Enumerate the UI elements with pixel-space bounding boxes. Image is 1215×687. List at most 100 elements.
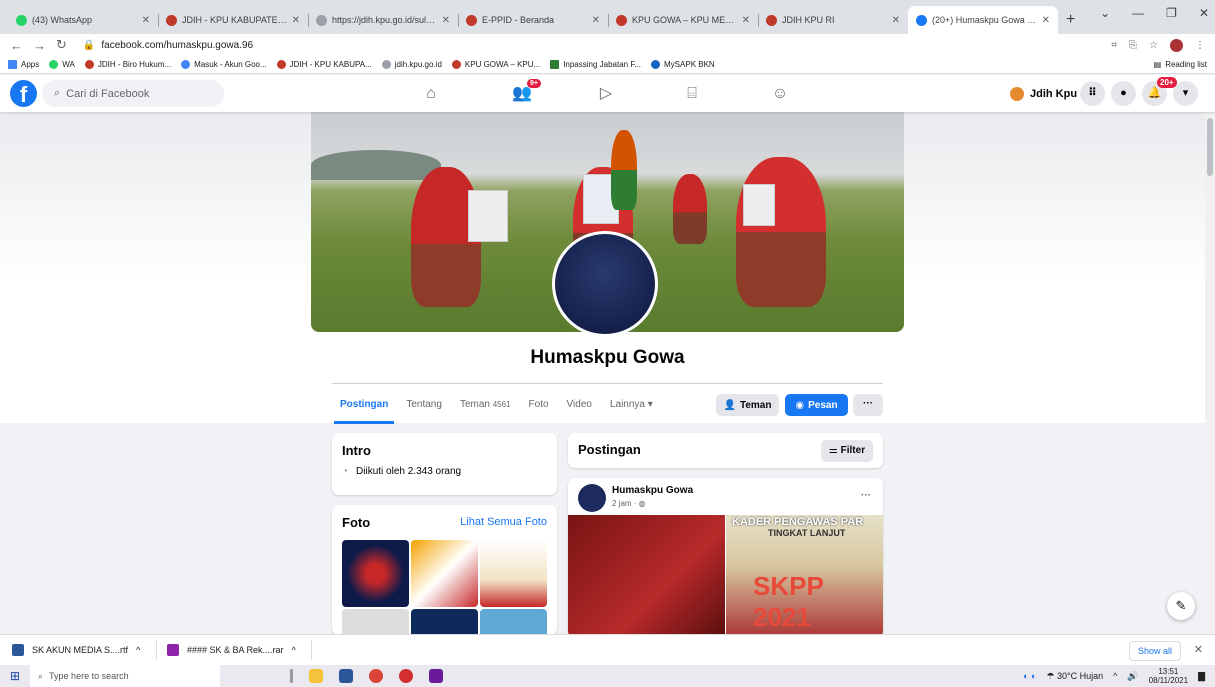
volume-icon[interactable]: 🔊 [1127, 671, 1138, 682]
tab-friends[interactable]: Teman 4561 [460, 384, 511, 424]
message-button[interactable]: ◉ Pesan [785, 394, 848, 416]
windows-start-icon[interactable]: ⊞ [0, 669, 30, 683]
bookmark-item[interactable]: KPU GOWA – KPU... [451, 60, 540, 69]
opera-icon[interactable] [399, 669, 413, 683]
clock[interactable]: 13:51 08/11/2021 [1149, 667, 1188, 685]
bookmark-item[interactable]: JDIH - Biro Hukum... [84, 60, 171, 69]
tray-app-icon[interactable]: ◐ ◐ [1023, 671, 1036, 681]
photo-thumbnail[interactable] [411, 609, 478, 635]
minimize-button[interactable]: — [1132, 6, 1144, 20]
chevron-up-icon[interactable]: ^ [292, 645, 296, 655]
browser-tab[interactable]: KPU GOWA – KPU MELAYANI✕ [608, 6, 758, 34]
url-field[interactable]: 🔒 facebook.com/humaskpu.gowa.96 [83, 40, 253, 51]
translate-icon[interactable]: ⎘ [1129, 40, 1137, 51]
star-icon[interactable]: ☆ [1149, 40, 1158, 51]
reading-list-icon: ▤ [1153, 60, 1162, 69]
scrollbar-thumb[interactable] [1207, 118, 1213, 176]
word-icon[interactable] [339, 669, 353, 683]
qr-code-icon[interactable]: ⌗ [1111, 40, 1117, 51]
bookmark-item[interactable]: Inpassing Jabatan F... [550, 60, 641, 69]
chrome-icon[interactable] [369, 669, 383, 683]
taskbar-search-input[interactable]: ⌕ Type here to search [30, 665, 220, 687]
new-message-button[interactable]: ✎ [1167, 592, 1195, 620]
google-icon [181, 60, 191, 69]
bookmark-apps[interactable]: Apps [8, 60, 39, 69]
post-timestamp[interactable]: 2 jam · ◍ [612, 499, 646, 508]
reload-icon[interactable]: ↻ [56, 37, 67, 53]
bookmark-item[interactable]: MySAPK BKN [651, 60, 715, 69]
friend-button[interactable]: 👤 Teman [716, 394, 779, 416]
marketplace-icon[interactable]: ⌸ [681, 83, 703, 105]
file-explorer-icon[interactable] [309, 669, 323, 683]
chevron-up-icon[interactable]: ^ [1113, 671, 1117, 681]
browser-tab[interactable]: E-PPID - Beranda ✕ [458, 6, 608, 34]
close-icon[interactable]: ✕ [1194, 643, 1203, 656]
profile-avatar[interactable] [1170, 38, 1183, 52]
browser-tab[interactable]: https://jdih.kpu.go.id/sulsel/gov✕ [308, 6, 458, 34]
close-tab-icon[interactable]: ✕ [442, 15, 450, 26]
browser-tab[interactable]: JDIH KPU RI ✕ [758, 6, 908, 34]
task-view-icon[interactable] [290, 669, 293, 683]
maximize-button[interactable]: ❐ [1166, 6, 1177, 20]
menu-dots-icon[interactable]: ⋮ [1195, 40, 1205, 51]
tab-about[interactable]: Tentang [406, 384, 442, 424]
whatsapp-icon [49, 60, 59, 69]
avatar[interactable] [578, 484, 606, 512]
bookmark-item[interactable]: JDIH - KPU KABUPA... [276, 60, 372, 69]
filter-button[interactable]: ⚌ Filter [821, 440, 873, 462]
weather-widget[interactable]: ☂ 30°C Hujan [1046, 671, 1103, 682]
photo-thumbnail[interactable] [480, 609, 547, 635]
new-tab-button[interactable]: + [1066, 6, 1075, 34]
facebook-search-input[interactable]: ⌕ Cari di Facebook [42, 80, 224, 107]
facebook-logo[interactable]: f [10, 80, 37, 107]
close-tab-icon[interactable]: ✕ [292, 15, 300, 26]
close-window-button[interactable]: ✕ [1199, 6, 1209, 20]
close-tab-icon[interactable]: ✕ [142, 15, 150, 26]
groups-icon[interactable]: ☺ [769, 83, 791, 105]
forward-icon[interactable]: → [33, 38, 46, 53]
photo-thumbnail[interactable] [342, 540, 409, 607]
see-all-photos-link[interactable]: Lihat Semua Foto [460, 516, 547, 528]
download-item[interactable]: SK AKUN MEDIA S....rtf ^ [12, 640, 157, 660]
post-options-icon[interactable]: ··· [861, 490, 871, 501]
friend-check-icon: 👤 [723, 399, 736, 411]
globe-icon: ◍ [638, 499, 646, 508]
show-all-button[interactable]: Show all [1128, 641, 1181, 661]
post-image[interactable] [568, 515, 725, 638]
browser-tab[interactable]: (43) WhatsApp ✕ [8, 6, 158, 34]
menu-grid-button[interactable]: ⠿ [1080, 81, 1105, 106]
app-icon[interactable] [429, 669, 443, 683]
photo-thumbnail[interactable] [342, 609, 409, 635]
close-tab-icon[interactable]: ✕ [892, 15, 900, 26]
browser-tab[interactable]: JDIH - KPU KABUPATEN GOWA✕ [158, 6, 308, 34]
browser-tab-active[interactable]: (20+) Humaskpu Gowa | Facebo✕ [908, 6, 1058, 34]
chevron-up-icon[interactable]: ^ [136, 645, 140, 655]
account-dropdown-button[interactable]: ▾ [1173, 81, 1198, 106]
watch-icon[interactable]: ▷ [595, 83, 617, 105]
more-options-button[interactable]: ··· [853, 394, 883, 416]
post-author[interactable]: Humaskpu Gowa [612, 485, 693, 496]
user-profile-link[interactable]: Jdih Kpu [1010, 81, 1077, 106]
notification-center-icon[interactable]: ▇ [1198, 671, 1205, 682]
reading-list-button[interactable]: ▤ Reading list [1154, 60, 1207, 69]
tab-more[interactable]: Lainnya ▾ [610, 384, 653, 424]
home-icon[interactable]: ⌂ [420, 83, 442, 105]
tab-search-icon[interactable]: ⌄ [1100, 6, 1110, 20]
photo-thumbnail[interactable] [480, 540, 547, 607]
kpu-logo-icon [466, 14, 477, 26]
tab-video[interactable]: Video [567, 384, 592, 424]
tab-photos[interactable]: Foto [529, 384, 549, 424]
download-item[interactable]: #### SK & BA Rek....rar ^ [167, 640, 312, 660]
tab-posts[interactable]: Postingan [333, 384, 395, 424]
bookmark-item[interactable]: jdih.kpu.go.id [381, 60, 442, 69]
close-tab-icon[interactable]: ✕ [1042, 15, 1050, 26]
messenger-button[interactable]: ● [1111, 81, 1136, 106]
photo-thumbnail[interactable] [411, 540, 478, 607]
bookmark-item[interactable]: WA [49, 60, 75, 69]
close-tab-icon[interactable]: ✕ [592, 15, 600, 26]
back-icon[interactable]: ← [10, 38, 23, 53]
scrollbar[interactable] [1205, 112, 1215, 634]
profile-picture[interactable] [552, 231, 658, 337]
close-tab-icon[interactable]: ✕ [742, 15, 750, 26]
bookmark-item[interactable]: Masuk - Akun Goo... [181, 60, 267, 69]
